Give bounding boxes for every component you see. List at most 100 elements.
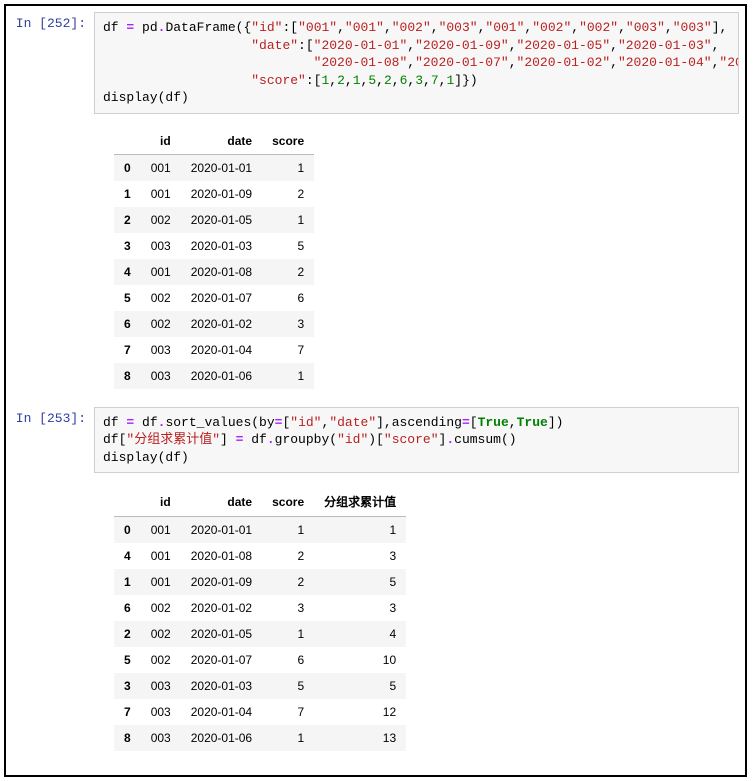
table-row: 70032020-01-04712 [114,699,406,725]
row-index: 6 [114,311,141,337]
table-cell: 3 [262,311,314,337]
notebook-frame: In [252]:df = pd.DataFrame({"id":["001",… [4,4,747,777]
column-header: score [262,487,314,517]
table-cell: 2020-01-05 [181,621,262,647]
table-cell: 2020-01-02 [181,595,262,621]
table-cell: 2020-01-03 [181,673,262,699]
table-row: 00012020-01-011 [114,154,314,181]
table-cell: 2020-01-09 [181,181,262,207]
row-index: 4 [114,543,141,569]
table-cell: 2 [262,543,314,569]
row-index: 7 [114,337,141,363]
table-row: 50022020-01-076 [114,285,314,311]
row-index: 8 [114,725,141,751]
table-cell: 2020-01-05 [181,207,262,233]
table-cell: 2020-01-03 [181,233,262,259]
code-input[interactable]: df = pd.DataFrame({"id":["001","001","00… [94,12,739,114]
table-row: 60022020-01-023 [114,311,314,337]
table-cell: 1 [262,154,314,181]
column-header: id [141,487,181,517]
table-cell: 001 [141,517,181,544]
table-row: 80032020-01-06113 [114,725,406,751]
table-row: 00012020-01-0111 [114,517,406,544]
table-cell: 003 [141,233,181,259]
table-cell: 12 [314,699,406,725]
row-index: 0 [114,154,141,181]
table-cell: 003 [141,673,181,699]
table-cell: 2020-01-06 [181,363,262,389]
table-cell: 002 [141,595,181,621]
table-cell: 6 [262,647,314,673]
table-row: 10012020-01-092 [114,181,314,207]
table-cell: 5 [314,673,406,699]
row-index: 6 [114,595,141,621]
row-index: 5 [114,285,141,311]
column-header: date [181,128,262,155]
table-cell: 2 [262,259,314,285]
table-cell: 2020-01-07 [181,647,262,673]
table-cell: 001 [141,543,181,569]
table-cell: 002 [141,621,181,647]
input-prompt: In [252]: [12,12,94,31]
table-cell: 2020-01-01 [181,517,262,544]
row-index: 2 [114,207,141,233]
row-index: 1 [114,569,141,595]
table-cell: 001 [141,259,181,285]
column-header: 分组求累计值 [314,487,406,517]
table-cell: 002 [141,207,181,233]
table-cell: 2020-01-04 [181,337,262,363]
output-area: iddatescore00012020-01-01110012020-01-09… [94,118,739,407]
table-cell: 7 [262,337,314,363]
table-cell: 5 [314,569,406,595]
code-cell: In [253]:df = df.sort_values(by=["id","d… [12,407,739,474]
table-cell: 1 [262,207,314,233]
table-row: 20022020-01-051 [114,207,314,233]
table-cell: 003 [141,337,181,363]
table-cell: 001 [141,181,181,207]
table-row: 60022020-01-0233 [114,595,406,621]
table-row: 10012020-01-0925 [114,569,406,595]
table-cell: 002 [141,647,181,673]
row-index: 5 [114,647,141,673]
column-header [114,487,141,517]
table-cell: 10 [314,647,406,673]
row-index: 1 [114,181,141,207]
table-cell: 003 [141,363,181,389]
table-cell: 1 [262,621,314,647]
table-cell: 1 [262,363,314,389]
table-cell: 001 [141,154,181,181]
column-header [114,128,141,155]
table-cell: 002 [141,285,181,311]
table-cell: 002 [141,311,181,337]
row-index: 4 [114,259,141,285]
column-header: score [262,128,314,155]
table-cell: 3 [262,595,314,621]
table-cell: 001 [141,569,181,595]
column-header: id [141,128,181,155]
table-cell: 13 [314,725,406,751]
dataframe-table: iddatescore00012020-01-01110012020-01-09… [114,128,314,389]
table-cell: 2 [262,181,314,207]
table-cell: 5 [262,673,314,699]
table-cell: 2020-01-06 [181,725,262,751]
code-cell: In [252]:df = pd.DataFrame({"id":["001",… [12,12,739,114]
table-cell: 2 [262,569,314,595]
row-index: 3 [114,673,141,699]
table-cell: 3 [314,543,406,569]
table-cell: 2020-01-07 [181,285,262,311]
row-index: 8 [114,363,141,389]
table-row: 50022020-01-07610 [114,647,406,673]
input-prompt: In [253]: [12,407,94,426]
table-cell: 7 [262,699,314,725]
table-cell: 2020-01-08 [181,543,262,569]
table-cell: 2020-01-02 [181,311,262,337]
table-cell: 1 [262,517,314,544]
dataframe-table: iddatescore分组求累计值00012020-01-01114001202… [114,487,406,751]
code-input[interactable]: df = df.sort_values(by=["id","date"],asc… [94,407,739,474]
table-cell: 3 [314,595,406,621]
table-row: 70032020-01-047 [114,337,314,363]
table-row: 80032020-01-061 [114,363,314,389]
table-cell: 003 [141,725,181,751]
table-cell: 4 [314,621,406,647]
table-cell: 1 [262,725,314,751]
